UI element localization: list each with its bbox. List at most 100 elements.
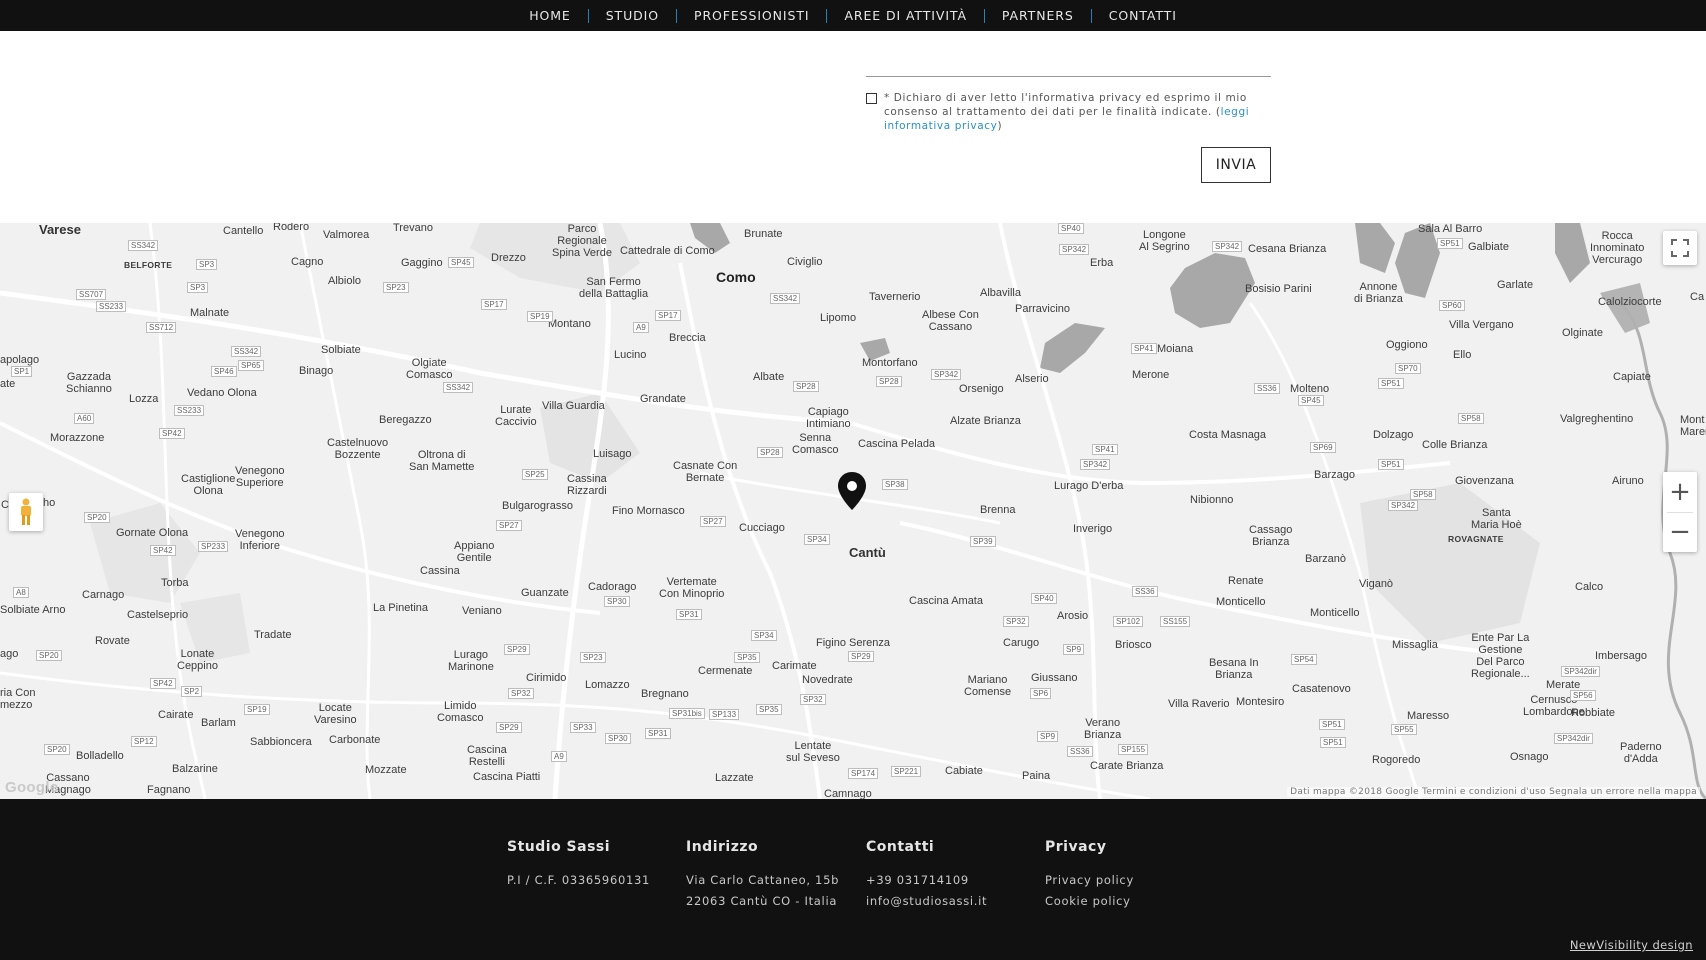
designer-credit-link[interactable]: NewVisibility design bbox=[1570, 938, 1693, 952]
road-shield: SP46 bbox=[211, 366, 237, 377]
place-label: Missaglia bbox=[1392, 639, 1438, 651]
place-label: Castelseprio bbox=[127, 609, 189, 621]
place-label: Cairate bbox=[158, 709, 194, 721]
road-shield: SS712 bbox=[146, 322, 177, 333]
road-shield: A60 bbox=[74, 413, 95, 424]
road-shield: SP221 bbox=[891, 766, 922, 777]
place-label: Morazzone bbox=[50, 432, 105, 444]
place-label: Villa Vergano bbox=[1449, 319, 1514, 331]
zoom-in-button[interactable]: + bbox=[1663, 472, 1697, 512]
phone-link[interactable]: +39 031714109 bbox=[866, 873, 969, 887]
vat-number: P.I / C.F. 03365960131 bbox=[507, 873, 651, 887]
nav-studio[interactable]: STUDIO bbox=[589, 0, 676, 31]
road-shield: SP35 bbox=[756, 704, 782, 715]
footer-privacy: Privacy Privacy policy Cookie policy bbox=[1045, 839, 1134, 912]
place-label: Cermenate bbox=[698, 665, 753, 677]
place-label: Bregnano bbox=[641, 688, 689, 700]
place-label: Lurago Marinone bbox=[448, 649, 494, 673]
zoom-out-button[interactable]: − bbox=[1663, 512, 1697, 552]
message-field-underline[interactable] bbox=[866, 76, 1271, 77]
place-label: Paderno d'Adda bbox=[1620, 741, 1662, 765]
road-shield: A9 bbox=[551, 751, 567, 762]
location-pin-icon[interactable] bbox=[836, 471, 868, 511]
place-label: Cantù bbox=[849, 545, 886, 560]
road-shield: SP42 bbox=[159, 428, 185, 439]
road-shield: SP29 bbox=[504, 644, 530, 655]
place-label: Paina bbox=[1022, 770, 1051, 782]
submit-button[interactable]: INVIA bbox=[1201, 147, 1271, 183]
place-label: Cassago Brianza bbox=[1249, 524, 1293, 548]
cookie-policy-link[interactable]: Cookie policy bbox=[1045, 894, 1131, 908]
place-label: Lonate Ceppino bbox=[177, 648, 218, 672]
address-city: 22063 Cantù CO - Italia bbox=[686, 894, 838, 908]
place-label: Solbiate Arno bbox=[0, 604, 66, 616]
nav-aree-di-attivita[interactable]: AREE DI ATTIVITÀ bbox=[827, 0, 983, 31]
place-label: Olgiate Comasco bbox=[406, 357, 453, 381]
road-shield: SP51 bbox=[1378, 459, 1404, 470]
place-label: Fino Mornasco bbox=[612, 505, 685, 517]
nav-home[interactable]: HOME bbox=[512, 0, 588, 31]
road-shield: SP54 bbox=[1291, 654, 1317, 665]
footer-contacts: Contatti +39 031714109 info@studiosassi.… bbox=[866, 839, 987, 912]
email-link[interactable]: info@studiosassi.it bbox=[866, 894, 987, 908]
place-label: Cucciago bbox=[739, 522, 785, 534]
road-shield: SP133 bbox=[709, 709, 740, 720]
road-shield: SP23 bbox=[383, 282, 409, 293]
road-shield: SP33 bbox=[570, 722, 596, 733]
place-label: La Pinetina bbox=[373, 602, 429, 614]
place-label: Arosio bbox=[1057, 610, 1089, 622]
place-label: Tradate bbox=[254, 629, 292, 641]
road-shield: SP342 bbox=[1212, 241, 1243, 252]
street-view-pegman[interactable] bbox=[9, 493, 43, 531]
place-label: Binago bbox=[299, 365, 334, 377]
road-shield: SP51 bbox=[1378, 378, 1404, 389]
place-label: Ello bbox=[1453, 349, 1472, 361]
place-label: Limido Comasco bbox=[437, 700, 484, 724]
place-label: Torba bbox=[161, 577, 189, 589]
place-label: ria Con mezzo bbox=[0, 687, 36, 711]
place-label: Beregazzo bbox=[379, 414, 432, 426]
nav-professionisti[interactable]: PROFESSIONISTI bbox=[677, 0, 826, 31]
place-label: Imbersago bbox=[1595, 650, 1647, 662]
place-label: ROVAGNATE bbox=[1448, 534, 1504, 544]
place-label: Vertemate Con Minoprio bbox=[659, 576, 725, 600]
place-label: Gornate Olona bbox=[116, 527, 189, 539]
footer-address-title: Indirizzo bbox=[686, 839, 759, 855]
place-label: Cascina Amata bbox=[909, 595, 983, 607]
road-shield: SP58 bbox=[1458, 413, 1484, 424]
privacy-policy-link[interactable]: Privacy policy bbox=[1045, 873, 1134, 887]
nav-contatti[interactable]: CONTATTI bbox=[1092, 0, 1194, 31]
place-label: Lurago D'erba bbox=[1054, 480, 1124, 492]
place-label: Carate Brianza bbox=[1090, 760, 1164, 772]
road-shield: SS36 bbox=[1132, 586, 1158, 597]
place-label: Novedrate bbox=[802, 674, 853, 686]
road-shield: SP31bis bbox=[669, 708, 705, 719]
road-shield: SP28 bbox=[757, 447, 783, 458]
road-shield: SP342dir bbox=[1561, 666, 1600, 677]
road-shield: SP65 bbox=[238, 360, 264, 371]
place-label: Cagno bbox=[291, 256, 324, 268]
place-label: Varese bbox=[39, 223, 81, 237]
footer-studio: Studio Sassi P.I / C.F. 03365960131 bbox=[507, 839, 650, 891]
place-label: Cassina Rizzardi bbox=[567, 473, 607, 497]
place-label: Castiglione Olona bbox=[181, 473, 236, 497]
fullscreen-button[interactable] bbox=[1663, 231, 1697, 265]
place-label: Nibionno bbox=[1190, 494, 1234, 506]
place-label: Montano bbox=[548, 318, 591, 330]
road-shield: SP41 bbox=[1131, 343, 1157, 354]
road-shield: SP342dir bbox=[1554, 733, 1593, 744]
privacy-consent-checkbox[interactable] bbox=[866, 93, 877, 104]
place-label: Cascina Pelada bbox=[858, 438, 936, 450]
map-attribution[interactable]: Dati mappa ©2018 Google Termini e condiz… bbox=[1287, 787, 1700, 797]
place-label: Locate Varesino bbox=[314, 702, 357, 726]
nav-partners[interactable]: PARTNERS bbox=[985, 0, 1091, 31]
place-label: Capiate bbox=[1613, 371, 1651, 383]
place-label: Brunate bbox=[744, 228, 783, 240]
place-label: Senna Comasco bbox=[792, 432, 839, 456]
road-shield: SP20 bbox=[36, 650, 62, 661]
road-shield: SP69 bbox=[1310, 442, 1336, 453]
place-label: Carugo bbox=[1003, 637, 1040, 649]
place-label: Venegono Inferiore bbox=[235, 528, 285, 552]
google-map[interactable]: Varese Cantello Rodero Valmorea Trevano … bbox=[0, 223, 1706, 799]
place-label: Lipomo bbox=[820, 312, 857, 324]
